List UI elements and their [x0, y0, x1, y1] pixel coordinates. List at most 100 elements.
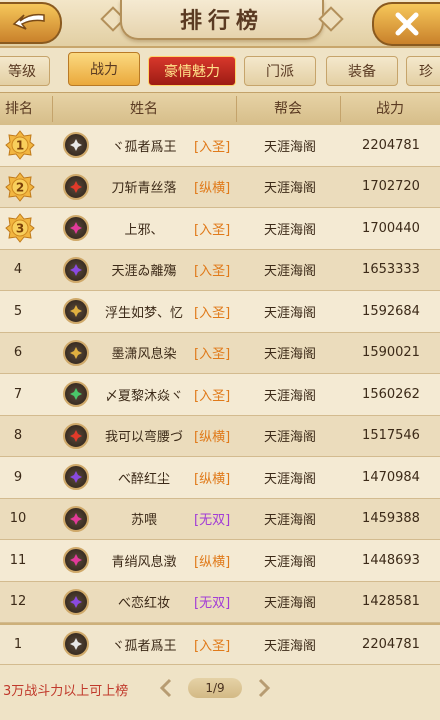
back-button[interactable]	[0, 2, 62, 44]
player-title-tag: [纵横]	[194, 430, 231, 446]
player-name: ヾ孤者爲王	[111, 638, 177, 654]
guild-name: 天涯海阁	[263, 471, 316, 487]
guild-name: 天涯海阁	[263, 388, 316, 404]
class-icon-purple	[63, 464, 89, 491]
player-title-tag: [纵横]	[194, 181, 231, 197]
title-plate: 排行榜	[120, 0, 324, 40]
player-name: べ恋红妆	[117, 596, 170, 612]
class-icon-red	[63, 422, 89, 449]
rank-number: 10	[9, 511, 27, 527]
player-name: 天涯ゐ離殤	[111, 264, 177, 280]
player-title-tag: [入圣]	[194, 347, 231, 363]
class-icon-green	[63, 381, 89, 408]
power-value: 2204781	[362, 636, 420, 652]
title-bar: 排行榜	[0, 0, 440, 48]
tab-power[interactable]: 战力	[68, 52, 140, 86]
column-rank: 排名	[5, 101, 33, 117]
table-row[interactable]: 1 ヾ孤者爲王 [入圣] 天涯海阁 2204781	[0, 125, 440, 167]
close-icon	[395, 12, 419, 36]
guild-name: 天涯海阁	[263, 264, 316, 280]
table-row[interactable]: 11 青绡风息澂 [纵横] 天涯海阁 1448693	[0, 540, 440, 582]
table-row[interactable]: 4 天涯ゐ離殤 [入圣] 天涯海阁 1653333	[0, 249, 440, 291]
rank-number: 4	[13, 262, 23, 278]
player-name: 浮生如梦、忆	[104, 305, 183, 321]
power-value: 1517546	[362, 428, 420, 444]
class-icon-cell	[62, 416, 90, 457]
table-row[interactable]: 12 べ恋红妆 [无双] 天涯海阁 1428581	[0, 581, 440, 623]
ranking-list: 1 ヾ孤者爲王 [入圣] 天涯海阁 2204781 2 刀斩青丝落 [纵横] 天…	[0, 125, 440, 665]
table-row[interactable]: 7 〆夏黎沐焱ヾ [入圣] 天涯海阁 1560262	[0, 374, 440, 416]
player-title-tag: [入圣]	[194, 638, 231, 654]
class-icon-cell	[62, 499, 90, 540]
class-icon-cell	[62, 457, 90, 498]
class-icon-cell	[62, 582, 90, 623]
back-arrow-icon	[12, 13, 45, 30]
rank-number: 2	[16, 180, 24, 194]
rank-number: 9	[13, 469, 23, 485]
close-button[interactable]	[372, 2, 440, 46]
player-title-tag: [纵横]	[194, 471, 231, 487]
column-guild: 帮会	[274, 101, 302, 117]
power-value: 1448693	[362, 552, 420, 568]
class-icon-gold	[63, 339, 89, 366]
class-icon-cell	[62, 208, 90, 249]
tab-label: 门派	[266, 64, 294, 80]
player-name: 墨潇风息染	[111, 347, 177, 363]
rank-medal-icon: 2	[5, 171, 35, 202]
chevron-right-icon	[258, 678, 271, 698]
player-title-tag: [入圣]	[194, 388, 231, 404]
rank-number: 7	[13, 386, 23, 402]
class-icon-cell	[62, 250, 90, 291]
rank-medal-icon: 3	[5, 213, 35, 243]
tab-equipment[interactable]: 装备	[326, 56, 398, 86]
guild-name: 天涯海阁	[263, 638, 316, 654]
column-power: 战力	[376, 101, 404, 117]
column-name: 姓名	[130, 101, 158, 117]
rank-number: 5	[13, 303, 23, 319]
player-title-tag: [入圣]	[194, 305, 231, 321]
tab-level[interactable]: 等级	[0, 56, 50, 86]
tab-charm[interactable]: 豪情魅力	[148, 56, 236, 86]
prev-page-button[interactable]	[154, 676, 178, 700]
player-title-tag: [入圣]	[194, 222, 231, 238]
guild-name: 天涯海阁	[263, 305, 316, 321]
footer: 3万战斗力以上可上榜 1/9	[0, 668, 440, 720]
guild-name: 天涯海阁	[263, 139, 316, 155]
class-icon-red	[63, 173, 89, 200]
guild-name: 天涯海阁	[263, 347, 316, 363]
rank-number: 12	[9, 594, 27, 610]
power-value: 1428581	[362, 594, 420, 610]
rank-number: 8	[13, 428, 23, 444]
table-row[interactable]: 9 べ醉红尘 [纵横] 天涯海阁 1470984	[0, 457, 440, 499]
tab-treasure[interactable]: 珍	[406, 56, 440, 86]
tab-sect[interactable]: 门派	[244, 56, 316, 86]
table-row[interactable]: 10 苏喂 [无双] 天涯海阁 1459388	[0, 498, 440, 540]
table-row[interactable]: 3 上邪、 [入圣] 天涯海阁 1700440	[0, 208, 440, 250]
power-value: 2204781	[362, 137, 420, 153]
next-page-button[interactable]	[252, 676, 276, 700]
rank-requirement-hint: 3万战斗力以上可上榜	[3, 684, 129, 699]
player-title-tag: [纵横]	[194, 554, 231, 570]
player-name: 我可以弯腰づ	[104, 430, 183, 446]
table-row[interactable]: 6 墨潇风息染 [入圣] 天涯海阁 1590021	[0, 332, 440, 374]
guild-name: 天涯海阁	[263, 181, 316, 197]
table-row[interactable]: 2 刀斩青丝落 [纵横] 天涯海阁 1702720	[0, 166, 440, 208]
player-name: 苏喂	[130, 513, 157, 529]
tab-label: 装备	[348, 64, 376, 80]
class-icon-pink	[63, 505, 89, 532]
rank-number: 11	[9, 552, 27, 568]
class-icon-gold	[63, 298, 89, 325]
player-name: 青绡风息澂	[111, 554, 177, 570]
table-row[interactable]: 5 浮生如梦、忆 [入圣] 天涯海阁 1592684	[0, 291, 440, 333]
class-icon-cell	[62, 291, 90, 332]
power-value: 1702720	[362, 179, 420, 195]
player-title-tag: [无双]	[194, 596, 231, 612]
class-icon-purple	[63, 256, 89, 283]
guild-name: 天涯海阁	[263, 554, 316, 570]
category-tabs: 等级 战力 豪情魅力 门派 装备 珍	[0, 52, 440, 88]
power-value: 1560262	[362, 386, 420, 402]
power-value: 1459388	[362, 511, 420, 527]
class-icon-cell	[62, 625, 90, 664]
my-rank-row[interactable]: 1 ヾ孤者爲王 [入圣] 天涯海阁 2204781	[0, 623, 440, 665]
table-row[interactable]: 8 我可以弯腰づ [纵横] 天涯海阁 1517546	[0, 415, 440, 457]
